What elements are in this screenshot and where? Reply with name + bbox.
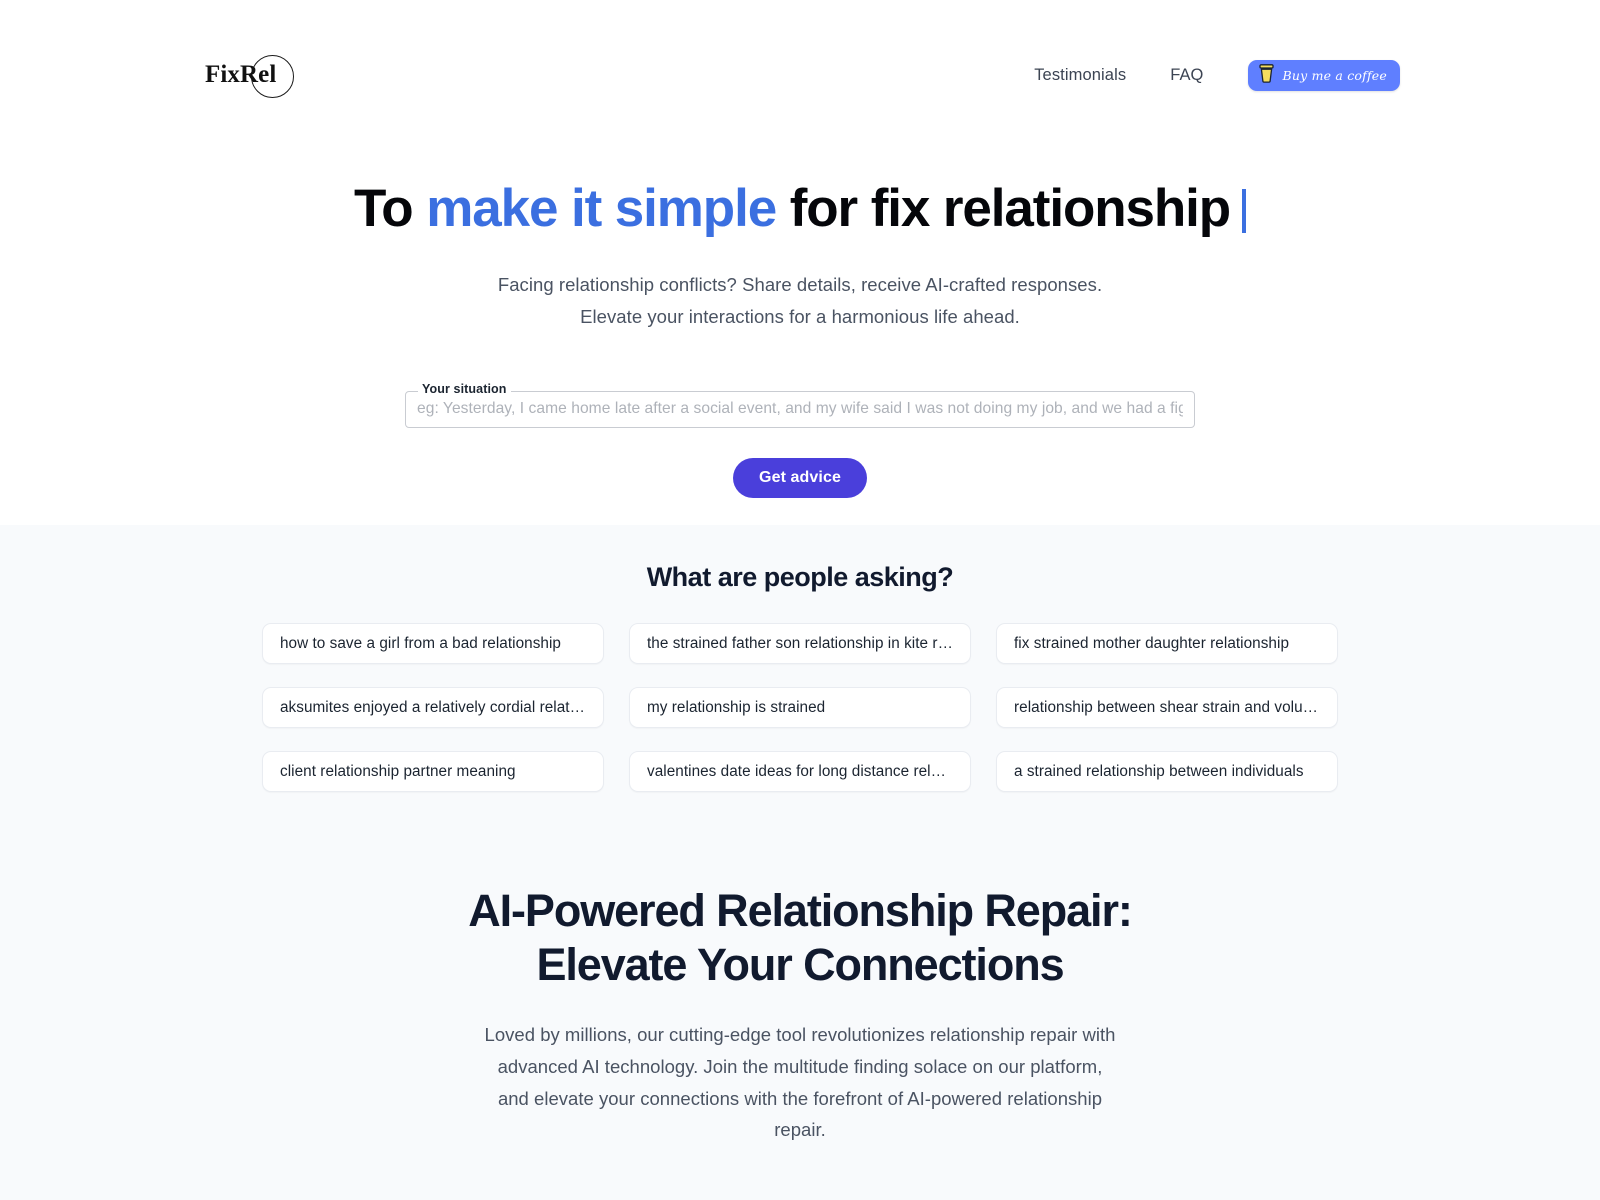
cta-wrapper: Get advice [0,457,1600,498]
question-chip-label: client relationship partner meaning [280,762,516,780]
people-asking-title: What are people asking? [646,562,954,592]
coffee-cup-icon [1258,64,1274,86]
hero-subtitle-line-2: Elevate your interactions for a harmonio… [580,306,1020,328]
question-chip[interactable]: a strained relationship between individu… [996,751,1338,792]
main-nav: Testimonials FAQ Buy me a coffee [1034,59,1400,91]
about-title-line-2: Elevate Your Connections [536,939,1064,991]
question-chip[interactable]: valentines date ideas for long distance … [629,751,971,792]
question-chip[interactable]: my relationship is strained [629,687,971,728]
hero-subtitle: Facing relationship conflicts? Share det… [0,269,1600,333]
hero-headline: To make it simple for fix relationship [0,180,1600,237]
hero-subtitle-line-1: Facing relationship conflicts? Share det… [497,274,1103,296]
hero-content: To make it simple for fix relationship F… [0,150,1600,498]
logo-text: FixRel [205,61,277,88]
question-chip-label: aksumites enjoyed a relatively cordial r… [280,698,586,716]
headline-suffix: for fix relationship [776,179,1231,238]
page-root: FixRel Testimonials FAQ Buy me a coffee [0,0,1600,1200]
logo[interactable]: FixRel [205,52,295,98]
question-chip[interactable]: relationship between shear strain and vo… [996,687,1338,728]
question-chip-label: valentines date ideas for long distance … [647,762,953,780]
headline-prefix: To [353,179,427,238]
site-header: FixRel Testimonials FAQ Buy me a coffee [0,0,1600,150]
nav-link-testimonials[interactable]: Testimonials [1034,66,1126,85]
situation-input[interactable] [405,390,1195,428]
nav-link-faq[interactable]: FAQ [1170,66,1203,85]
about-body: Loved by millions, our cutting-edge tool… [484,1023,1116,1141]
get-advice-button[interactable]: Get advice [733,457,867,498]
question-chip-label: a strained relationship between individu… [1014,762,1304,780]
about-title: AI-Powered Relationship Repair: Elevate … [0,884,1600,993]
question-chip-label: fix strained mother daughter relationshi… [1014,634,1289,652]
about-title-line-1: AI-Powered Relationship Repair: [468,885,1133,936]
question-chip[interactable]: fix strained mother daughter relationshi… [996,623,1338,664]
question-chip-label: my relationship is strained [647,698,826,716]
question-chip[interactable]: how to save a girl from a bad relationsh… [262,623,604,664]
question-chip-label: relationship between shear strain and vo… [1014,698,1320,716]
question-chip-grid: how to save a girl from a bad relationsh… [262,623,1338,792]
question-chip[interactable]: client relationship partner meaning [262,751,604,792]
people-asking-section: What are people asking? how to save a gi… [0,525,1600,1200]
hero-section: FixRel Testimonials FAQ Buy me a coffee [0,0,1600,525]
buy-me-a-coffee-button[interactable]: Buy me a coffee [1247,59,1400,91]
headline-accent: make it simple [426,179,777,238]
question-chip-label: how to save a girl from a bad relationsh… [280,634,561,652]
question-chip[interactable]: the strained father son relationship in … [629,623,971,664]
buy-me-a-coffee-label: Buy me a coffee [1282,67,1387,83]
situation-field[interactable]: Your situation [405,383,1195,428]
typing-caret [1242,189,1247,233]
about-section: AI-Powered Relationship Repair: Elevate … [0,792,1600,1147]
question-chip-label: the strained father son relationship in … [647,634,953,652]
question-chip[interactable]: aksumites enjoyed a relatively cordial r… [262,687,604,728]
situation-field-wrapper: Your situation [405,383,1195,428]
